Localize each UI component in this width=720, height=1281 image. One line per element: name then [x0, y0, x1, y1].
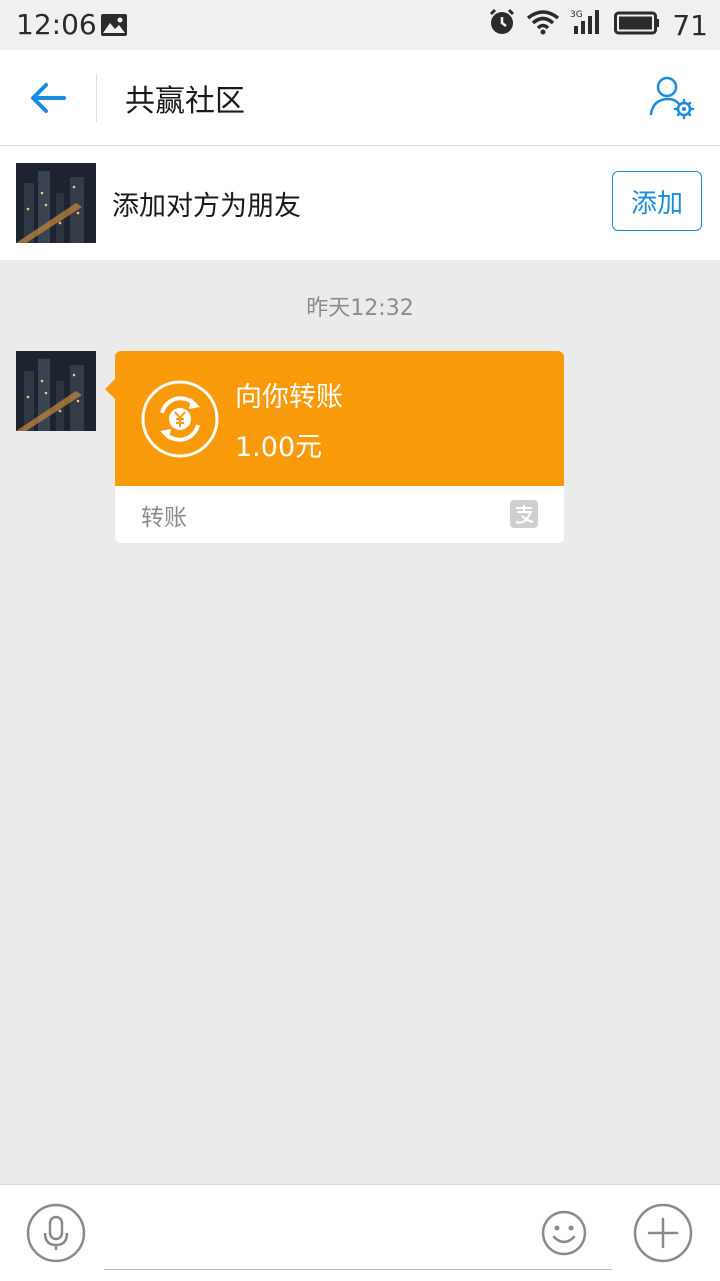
transfer-yuan-icon: [140, 379, 220, 459]
signal-3g-icon: 3G: [570, 8, 604, 43]
title-bar: 共赢社区: [0, 50, 720, 146]
profile-settings-button[interactable]: [648, 74, 696, 122]
transfer-title: 向你转账: [235, 382, 343, 413]
status-indicators: 3G 71: [488, 8, 708, 43]
status-time: 12:06: [16, 8, 97, 41]
title-divider: [96, 74, 97, 122]
transfer-card-header: 向你转账 1.00元: [115, 351, 564, 486]
microphone-icon: [26, 1203, 86, 1263]
message-input[interactable]: [104, 1205, 612, 1270]
message-timestamp: 昨天12:32: [306, 296, 414, 321]
transfer-label: 转账: [141, 505, 187, 531]
chat-input-bar: [0, 1184, 720, 1281]
wifi-icon: [526, 9, 560, 42]
back-arrow-icon: [31, 83, 66, 113]
battery-level: 71: [672, 9, 708, 42]
alarm-icon: [488, 8, 516, 43]
profile-settings-icon: [649, 76, 695, 120]
network-label: 3G: [570, 10, 583, 20]
bubble-pointer: [105, 379, 115, 399]
emoji-icon: [541, 1210, 587, 1256]
add-friend-bar: 添加对方为朋友 添加: [0, 146, 720, 260]
transfer-card-footer: 转账: [115, 486, 564, 543]
back-button[interactable]: [22, 72, 74, 124]
sender-avatar[interactable]: [16, 351, 96, 431]
more-button[interactable]: [632, 1202, 694, 1264]
voice-button[interactable]: [26, 1203, 86, 1263]
page-title: 共赢社区: [125, 84, 245, 119]
add-friend-prompt: 添加对方为朋友: [112, 191, 301, 222]
plus-icon: [633, 1203, 693, 1263]
status-bar: 12:06 3G 71: [0, 0, 720, 50]
alipay-icon: [510, 500, 538, 528]
add-friend-button[interactable]: 添加: [612, 171, 702, 231]
transfer-amount: 1.00元: [235, 432, 323, 463]
battery-icon: [614, 9, 660, 42]
contact-avatar[interactable]: [16, 163, 96, 243]
emoji-button[interactable]: [540, 1209, 588, 1257]
image-icon: [100, 13, 128, 41]
transfer-message-bubble[interactable]: 向你转账 1.00元 转账: [105, 351, 564, 543]
